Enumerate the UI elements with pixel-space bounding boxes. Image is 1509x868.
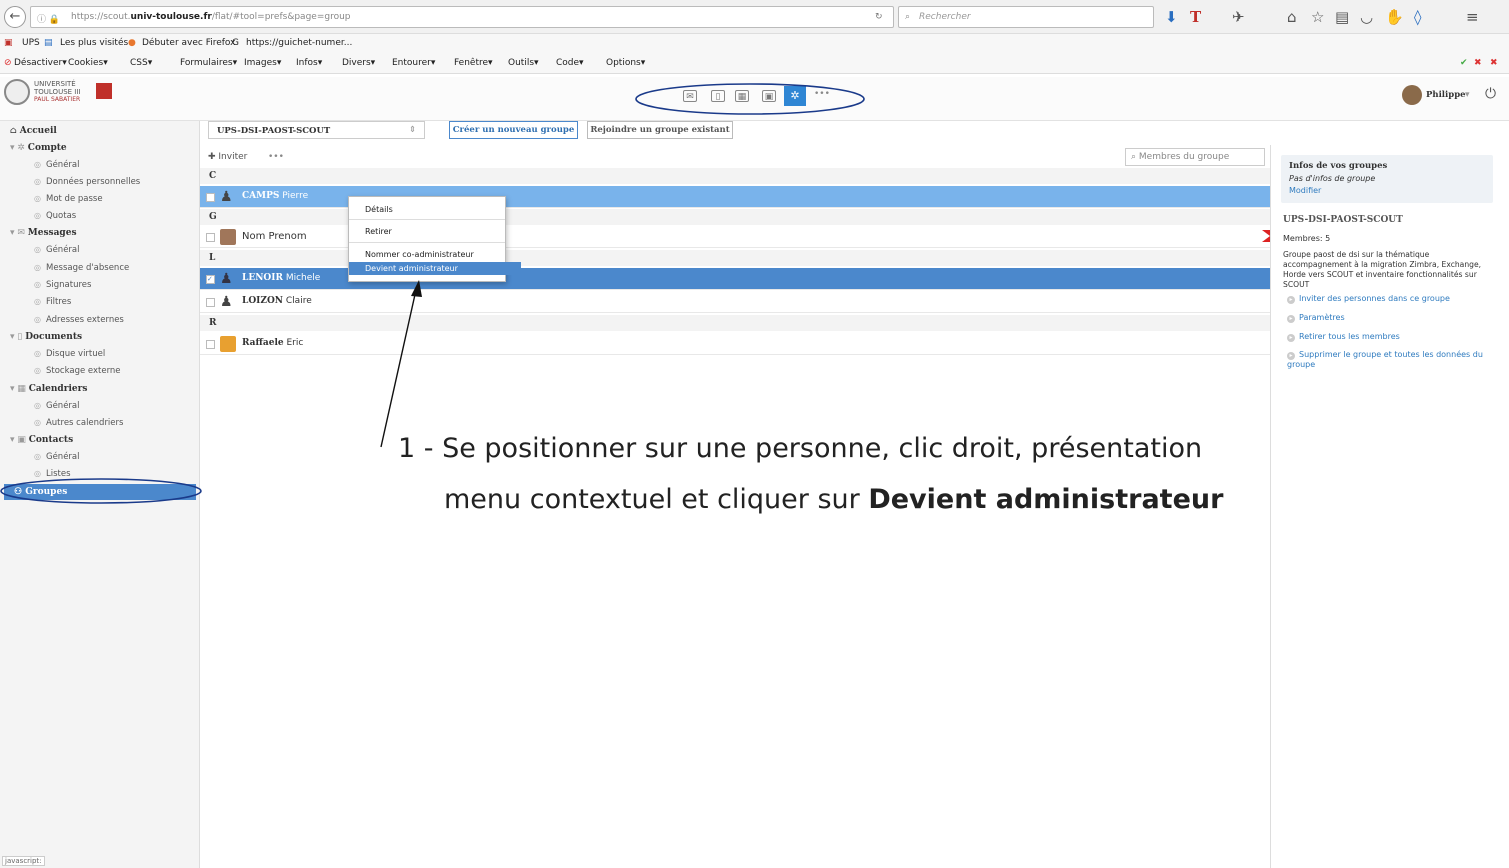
annotation-line-1: 1 - Se positionner sur une personne, cli… [398,433,1203,464]
pointer-arrow-head [411,280,422,297]
groupes-highlight-ellipse [0,478,202,504]
toolbar-highlight-ellipse [635,83,865,115]
pointer-arrow-line [380,289,417,448]
annotation-line-2: menu contextuel et cliquer sur Devient a… [444,484,1224,515]
